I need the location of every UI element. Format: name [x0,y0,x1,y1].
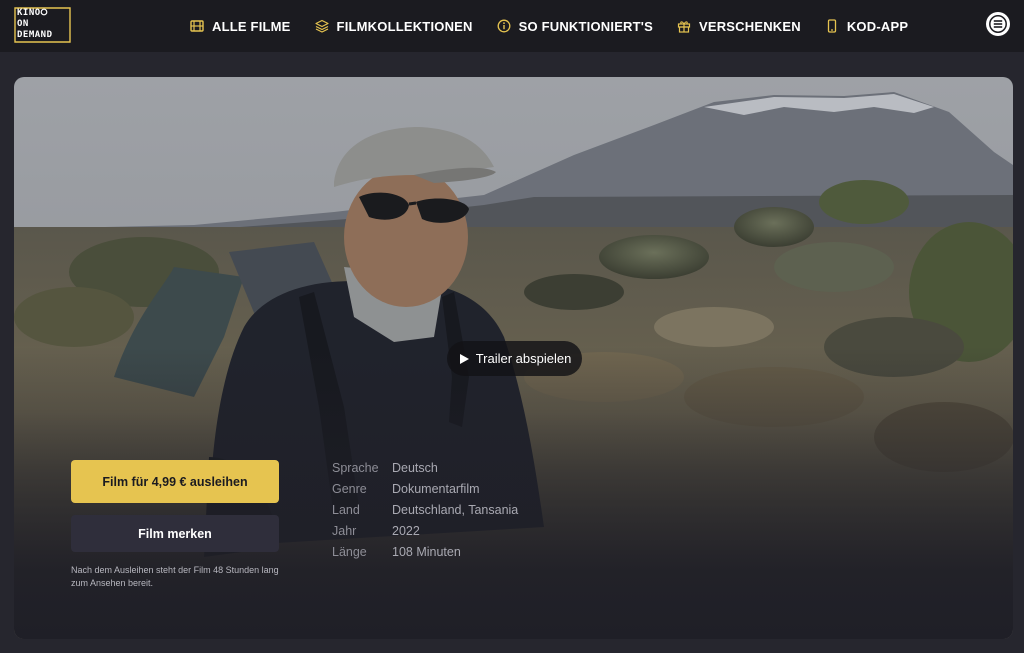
nav-label-kod-app: KOD-APP [846,18,909,34]
layers-icon [314,19,329,33]
nav-item-alle-filme[interactable]: ALLE FILME [190,0,291,52]
nav-label-verschenken: VERSCHENKEN [698,18,801,34]
meta-key: Länge [332,545,367,559]
nav-label-alle-filme: ALLE FILME [212,18,291,34]
gift-icon [677,19,691,33]
meta-value: Deutschland, Tansania [392,503,519,517]
rent-film-button[interactable]: Film für 4,99 € ausleihen [71,460,279,503]
nav-item-so-funktionierts[interactable]: SO FUNKTIONIERT'S [497,0,653,52]
meta-row-sprache: Sprache Deutsch [332,458,518,479]
add-to-watchlist-button[interactable]: Film merken [71,515,279,552]
main-nav: ALLE FILME FILMKOLLEKTIONEN SO FUNKTIONI… [190,0,932,52]
top-navigation-bar: KINO ON DEMAND ALLE FILME FILMKOLLEKTION… [0,0,1024,52]
logo-line-3: DEMAND [17,30,53,40]
meta-row-laenge: Länge 108 Minuten [332,542,518,563]
play-icon [458,353,470,365]
logo-line-1: KINO [17,8,41,18]
meta-key: Sprache [332,461,379,475]
meta-row-genre: Genre Dokumentarfilm [332,479,518,500]
trailer-play-button[interactable]: Trailer abspielen [447,341,582,376]
menu-button[interactable] [986,12,1010,36]
film-metadata: Sprache Deutsch Genre Dokumentarfilm Lan… [332,458,518,563]
info-icon [497,19,511,33]
nav-item-verschenken[interactable]: VERSCHENKEN [677,0,801,52]
nav-item-filmkollektionen[interactable]: FILMKOLLEKTIONEN [314,0,473,52]
nav-item-kod-app[interactable]: KOD-APP [825,0,908,52]
nav-label-filmkollektionen: FILMKOLLEKTIONEN [336,18,473,34]
meta-row-land: Land Deutschland, Tansania [332,500,518,521]
meta-key: Genre [332,482,367,496]
meta-key: Jahr [332,524,357,538]
logo-line-2: ON [17,19,29,29]
nav-label-so-funktionierts: SO FUNKTIONIERT'S [518,18,653,34]
menu-icon [987,13,1009,35]
meta-value: Dokumentarfilm [392,482,480,496]
meta-value: 2022 [392,524,420,538]
rent-info-text: Nach dem Ausleihen steht der Film 48 Stu… [71,565,279,588]
trailer-label: Trailer abspielen [475,351,572,366]
meta-row-jahr: Jahr 2022 [332,521,518,542]
phone-icon [825,19,839,33]
meta-value: Deutsch [392,461,438,475]
kino-on-demand-logo[interactable]: KINO ON DEMAND [14,7,71,43]
film-hero: Trailer abspielen Film für 4,99 € auslei… [14,77,1013,639]
meta-key: Land [332,503,360,517]
meta-value: 108 Minuten [392,545,461,559]
film-icon [190,19,204,33]
